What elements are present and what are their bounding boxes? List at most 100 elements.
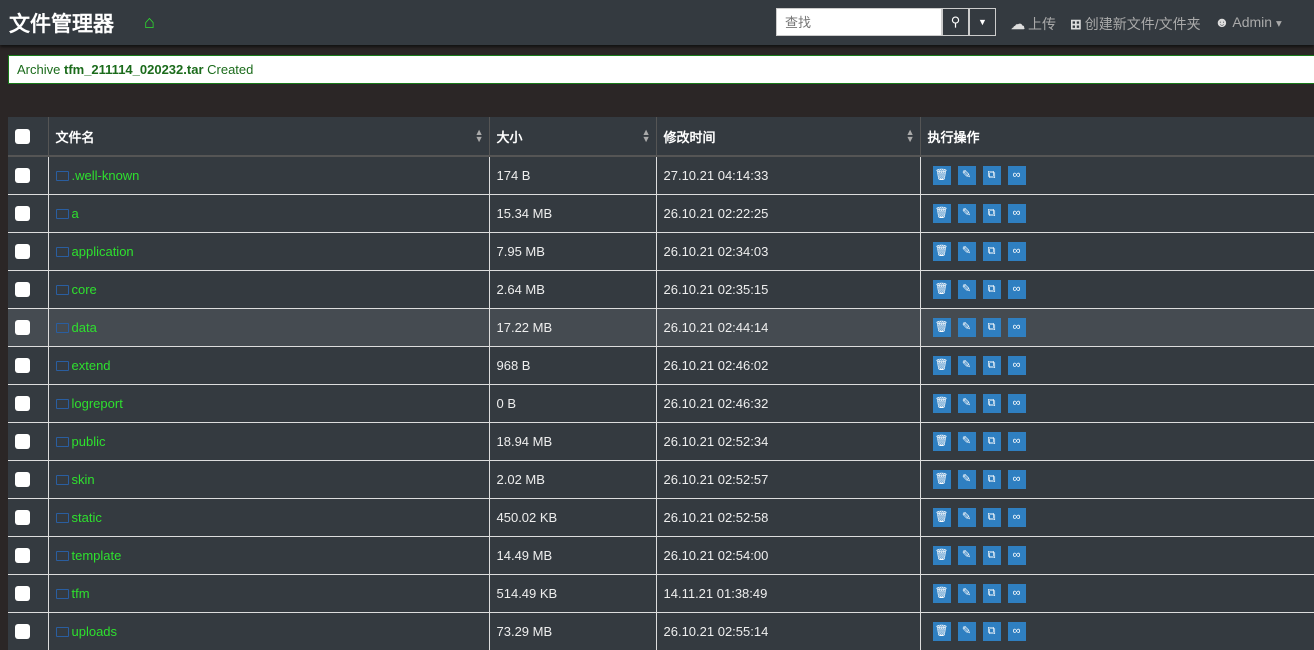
link-icon[interactable]: ∞: [1007, 545, 1026, 565]
folder-link[interactable]: tfm: [72, 586, 90, 601]
header-size[interactable]: 大小 ▲ ▼: [489, 117, 657, 157]
rename-icon[interactable]: ✎: [957, 621, 976, 641]
folder-link[interactable]: public: [72, 434, 106, 449]
delete-icon[interactable]: 🗑: [932, 431, 951, 451]
folder-link[interactable]: data: [72, 320, 97, 335]
row-select: [8, 459, 49, 498]
copy-icon[interactable]: ⧉: [982, 545, 1001, 565]
delete-icon[interactable]: 🗑: [932, 203, 951, 223]
link-icon[interactable]: ∞: [1007, 165, 1026, 185]
link-icon[interactable]: ∞: [1007, 203, 1026, 223]
folder-link[interactable]: uploads: [72, 624, 118, 639]
delete-icon[interactable]: 🗑: [932, 279, 951, 299]
rename-icon[interactable]: ✎: [957, 241, 976, 261]
folder-link[interactable]: template: [72, 548, 122, 563]
upload-link[interactable]: ☁ 上传: [1011, 14, 1056, 34]
new-item-link[interactable]: ⊞ 创建新文件/文件夹: [1070, 14, 1201, 34]
delete-icon[interactable]: 🗑: [932, 469, 951, 489]
user-menu[interactable]: ☻ Admin ▾: [1215, 14, 1282, 34]
row-checkbox[interactable]: [15, 358, 30, 374]
link-icon[interactable]: ∞: [1007, 621, 1026, 641]
modified-cell: 26.10.21 02:35:15: [656, 269, 921, 308]
rename-icon[interactable]: ✎: [957, 431, 976, 451]
sort-icon[interactable]: ▲ ▼: [475, 128, 484, 144]
link-icon[interactable]: ∞: [1007, 317, 1026, 337]
delete-icon[interactable]: 🗑: [932, 507, 951, 527]
delete-icon[interactable]: 🗑: [932, 583, 951, 603]
rename-icon[interactable]: ✎: [957, 545, 976, 565]
row-checkbox[interactable]: [15, 282, 30, 298]
copy-icon[interactable]: ⧉: [982, 203, 1001, 223]
link-icon[interactable]: ∞: [1007, 241, 1026, 261]
folder-link[interactable]: skin: [72, 472, 95, 487]
rename-icon[interactable]: ✎: [957, 165, 976, 185]
delete-icon[interactable]: 🗑: [932, 545, 951, 565]
row-checkbox[interactable]: [15, 320, 30, 336]
row-checkbox[interactable]: [15, 510, 30, 526]
row-checkbox[interactable]: [15, 548, 30, 564]
row-checkbox[interactable]: [15, 168, 30, 184]
copy-icon[interactable]: ⧉: [982, 279, 1001, 299]
copy-icon[interactable]: ⧉: [982, 317, 1001, 337]
copy-icon[interactable]: ⧉: [982, 621, 1001, 641]
search-button[interactable]: ⚲: [942, 8, 969, 36]
copy-icon[interactable]: ⧉: [982, 507, 1001, 527]
row-checkbox[interactable]: [15, 396, 30, 412]
rename-icon[interactable]: ✎: [957, 317, 976, 337]
search-options-dropdown[interactable]: ▼: [969, 8, 996, 36]
folder-link[interactable]: static: [72, 510, 102, 525]
table-row: tfm 514.49 KB 14.11.21 01:38:49 🗑 ✎ ⧉ ∞: [8, 573, 1314, 612]
app-title[interactable]: 文件管理器: [9, 8, 114, 38]
rename-icon[interactable]: ✎: [957, 507, 976, 527]
row-checkbox[interactable]: [15, 244, 30, 260]
copy-icon[interactable]: ⧉: [982, 355, 1001, 375]
rename-icon[interactable]: ✎: [957, 583, 976, 603]
copy-icon[interactable]: ⧉: [982, 431, 1001, 451]
folder-link[interactable]: a: [72, 206, 79, 221]
rename-icon[interactable]: ✎: [957, 279, 976, 299]
delete-icon[interactable]: 🗑: [932, 355, 951, 375]
link-icon[interactable]: ∞: [1007, 507, 1026, 527]
sort-icon[interactable]: ▲ ▼: [906, 128, 915, 144]
search-input[interactable]: [776, 8, 942, 36]
row-checkbox[interactable]: [15, 472, 30, 488]
copy-icon[interactable]: ⧉: [982, 241, 1001, 261]
link-icon[interactable]: ∞: [1007, 393, 1026, 413]
row-checkbox[interactable]: [15, 434, 30, 450]
link-icon[interactable]: ∞: [1007, 583, 1026, 603]
header-actions: 执行操作: [920, 117, 1314, 157]
link-icon[interactable]: ∞: [1007, 279, 1026, 299]
folder-link[interactable]: logreport: [72, 396, 123, 411]
link-icon[interactable]: ∞: [1007, 469, 1026, 489]
file-table: 文件名 ▲ ▼ 大小 ▲ ▼ 修改时间 ▲ ▼ 执行操作 .well-known 174 B…: [8, 117, 1314, 650]
rename-icon[interactable]: ✎: [957, 469, 976, 489]
copy-icon[interactable]: ⧉: [982, 583, 1001, 603]
row-checkbox[interactable]: [15, 586, 30, 602]
rename-icon[interactable]: ✎: [957, 355, 976, 375]
folder-link[interactable]: extend: [72, 358, 111, 373]
copy-icon[interactable]: ⧉: [982, 165, 1001, 185]
delete-icon[interactable]: 🗑: [932, 393, 951, 413]
header-name[interactable]: 文件名 ▲ ▼: [48, 117, 490, 157]
link-icon[interactable]: ∞: [1007, 431, 1026, 451]
new-item-label: 创建新文件/文件夹: [1084, 16, 1201, 32]
delete-icon[interactable]: 🗑: [932, 621, 951, 641]
header-modified[interactable]: 修改时间 ▲ ▼: [656, 117, 921, 157]
row-checkbox[interactable]: [15, 206, 30, 222]
rename-icon[interactable]: ✎: [957, 393, 976, 413]
home-icon[interactable]: ⌂: [144, 12, 155, 33]
select-all-checkbox[interactable]: [15, 129, 30, 145]
delete-icon[interactable]: 🗑: [932, 317, 951, 337]
sort-icon[interactable]: ▲ ▼: [642, 128, 651, 144]
folder-link[interactable]: .well-known: [72, 168, 140, 183]
modified-cell: 26.10.21 02:46:02: [656, 345, 921, 384]
copy-icon[interactable]: ⧉: [982, 393, 1001, 413]
rename-icon[interactable]: ✎: [957, 203, 976, 223]
folder-link[interactable]: core: [72, 282, 97, 297]
delete-icon[interactable]: 🗑: [932, 165, 951, 185]
folder-link[interactable]: application: [72, 244, 134, 259]
delete-icon[interactable]: 🗑: [932, 241, 951, 261]
link-icon[interactable]: ∞: [1007, 355, 1026, 375]
copy-icon[interactable]: ⧉: [982, 469, 1001, 489]
row-checkbox[interactable]: [15, 624, 30, 640]
